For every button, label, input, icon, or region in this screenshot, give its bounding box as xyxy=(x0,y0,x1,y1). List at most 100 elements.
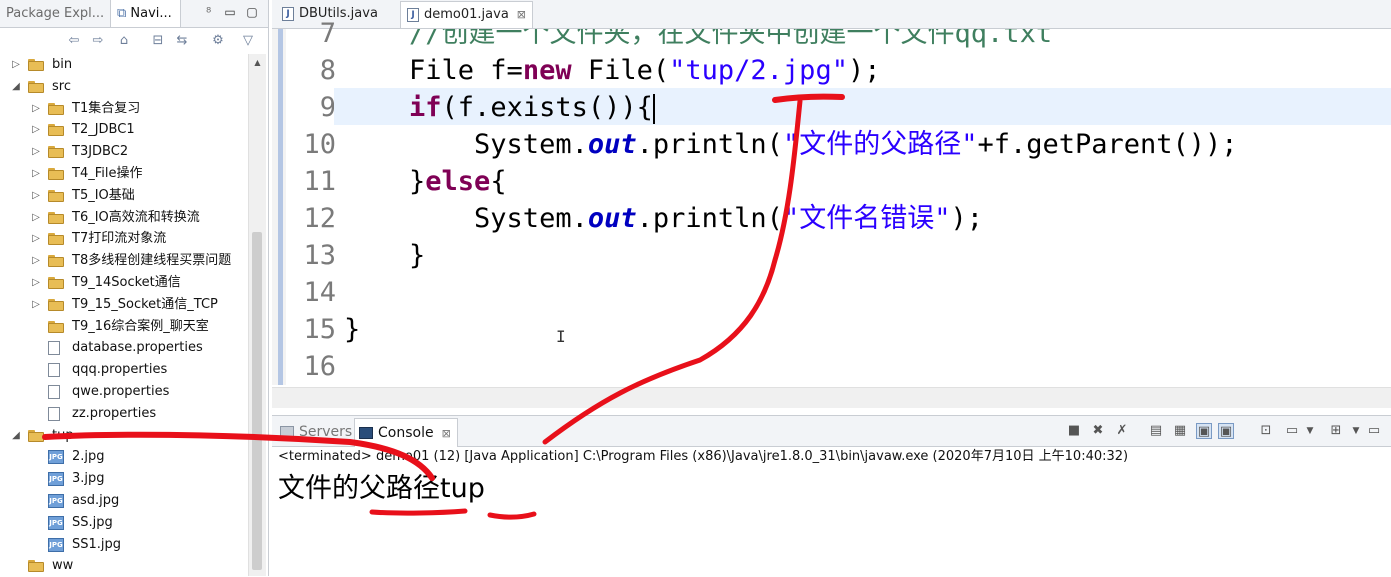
terminate-icon[interactable]: ■ xyxy=(1066,423,1082,439)
expanded-arrow-icon[interactable]: ◢ xyxy=(10,425,22,447)
filter-icon[interactable]: ⚙ xyxy=(210,33,226,49)
code-line[interactable]: }else{ xyxy=(344,163,507,200)
tab-navigator[interactable]: ⧉ Navi... xyxy=(110,0,181,27)
tree-item-label: T9_15_Socket通信_TCP xyxy=(72,296,218,312)
tree-item[interactable]: JPG SS.jpg xyxy=(0,512,248,534)
collapsed-arrow-icon[interactable]: ▷ xyxy=(30,250,42,272)
tab-servers[interactable]: Servers xyxy=(276,418,360,446)
tree-item[interactable]: ▷ T8多线程创建线程买票问题 xyxy=(0,250,248,272)
tree-item[interactable]: ▷ T2_JDBC1 xyxy=(0,119,248,141)
open-console-dropdown-icon[interactable]: ▼ xyxy=(1348,423,1364,439)
scroll-up-icon[interactable]: ▲ xyxy=(249,54,266,71)
clear-console-icon[interactable]: ▤ xyxy=(1148,423,1164,439)
remove-all-terminated-icon[interactable]: ✗ xyxy=(1114,423,1130,439)
console-output[interactable]: 文件的父路径tup xyxy=(278,471,485,507)
collapsed-arrow-icon[interactable]: ▷ xyxy=(30,207,42,229)
tree-item[interactable]: JPG 3.jpg xyxy=(0,468,248,490)
tree-item[interactable]: qqq.properties xyxy=(0,359,248,381)
tree-item[interactable]: ▷ T7打印流对象流 xyxy=(0,228,248,250)
collapsed-arrow-icon[interactable]: ▷ xyxy=(30,185,42,207)
tree-item[interactable]: JPG SS1.jpg xyxy=(0,534,248,556)
tree-item[interactable]: ▷ bin xyxy=(0,54,248,76)
line-number: 14 xyxy=(303,277,336,308)
code-line[interactable]: } xyxy=(344,237,425,274)
collapsed-arrow-icon[interactable]: ▷ xyxy=(30,141,42,163)
collapsed-arrow-icon[interactable]: ▷ xyxy=(30,272,42,294)
tree-item[interactable]: T9_16综合案例_聊天室 xyxy=(0,316,248,338)
line-number: 15 xyxy=(303,314,336,345)
tree-item[interactable]: ▷ T5_IO基础 xyxy=(0,185,248,207)
show-on-stderr-icon[interactable]: ▣ xyxy=(1218,423,1234,439)
collapsed-arrow-icon[interactable]: ▷ xyxy=(10,54,22,76)
tree-item[interactable]: ▷ T6_IO高效流和转换流 xyxy=(0,207,248,229)
tree-item[interactable]: ▷ T9_15_Socket通信_TCP xyxy=(0,294,248,316)
maximize-icon[interactable]: ▢ xyxy=(244,4,260,20)
console-tabbar: Servers Console ⊠ ■ ✖ ✗ ▤ ▦ ▣ ▣ ⊡ ▭ ▼ ⊞ ▼… xyxy=(272,416,1391,447)
collapsed-arrow-icon[interactable]: ▷ xyxy=(30,163,42,185)
collapsed-arrow-icon[interactable]: ▷ xyxy=(30,119,42,141)
code-line[interactable]: System.out.println("文件名错误"); xyxy=(344,200,983,237)
tab-package-explorer[interactable]: Package Expl... xyxy=(6,0,104,27)
close-tab-icon[interactable]: ⊠ xyxy=(517,2,526,28)
code-line[interactable]: System.out.println("文件的父路径"+f.getParent(… xyxy=(344,126,1238,163)
tree-item[interactable]: ww xyxy=(0,555,248,576)
code-line[interactable]: if(f.exists()){ xyxy=(344,89,655,126)
folder-icon xyxy=(48,189,64,202)
show-on-stdout-icon[interactable]: ▣ xyxy=(1196,423,1212,439)
tree-scrollbar[interactable]: ▲ xyxy=(248,54,266,576)
tree-item-label: tup xyxy=(52,427,74,443)
code-line[interactable]: File f=new File("tup/2.jpg"); xyxy=(344,52,880,89)
remove-launch-icon[interactable]: ✖ xyxy=(1090,423,1106,439)
tree-item[interactable]: JPG 2.jpg xyxy=(0,446,248,468)
tree-item[interactable]: JPG asd.jpg xyxy=(0,490,248,512)
left-toolbar: ⇦ ⇨ ⌂ ⊟ ⇆ ⚙ ▽ xyxy=(0,28,268,54)
image-file-icon: JPG xyxy=(48,537,64,552)
tree-item[interactable]: database.properties xyxy=(0,337,248,359)
code-line[interactable]: //创建一个文件夹，在文件夹中创建一个文件qq.txt xyxy=(344,29,1052,52)
project-tree: ▷ bin ◢ src ▷ T1集合复习 ▷ T2_JDBC1 ▷ T3JDBC2 ▷ T4_File… xyxy=(0,54,248,576)
scrollbar-thumb[interactable] xyxy=(252,232,262,570)
link-with-editor-icon[interactable]: ⇆ xyxy=(174,33,190,49)
expanded-arrow-icon[interactable]: ◢ xyxy=(10,76,22,98)
tree-item[interactable]: ▷ T9_14Socket通信 xyxy=(0,272,248,294)
tree-item[interactable]: qwe.properties xyxy=(0,381,248,403)
tree-item[interactable]: ▷ T3JDBC2 xyxy=(0,141,248,163)
terminated-status: <terminated> demo01 (12) [Java Applicati… xyxy=(278,449,1129,464)
display-console-dropdown-icon[interactable]: ▼ xyxy=(1302,423,1318,439)
folder-icon xyxy=(48,102,64,115)
back-arrow-icon[interactable]: ⇦ xyxy=(66,33,82,49)
collapse-all-icon[interactable]: ⊟ xyxy=(150,33,166,49)
tree-item[interactable]: ▷ T1集合复习 xyxy=(0,98,248,120)
home-icon[interactable]: ⌂ xyxy=(116,33,132,49)
tree-item[interactable]: ◢ src xyxy=(0,76,248,98)
file-icon xyxy=(48,406,60,421)
editor-horizontal-scrollbar[interactable] xyxy=(272,387,1391,408)
tab-demo01-java[interactable]: Jdemo01.java ⊠ xyxy=(400,1,533,28)
tree-item-label: asd.jpg xyxy=(72,493,120,508)
line-number: 16 xyxy=(303,351,336,382)
open-console-icon[interactable]: ⊞ xyxy=(1328,423,1344,439)
code-line[interactable]: } xyxy=(344,311,360,348)
folder-icon xyxy=(48,146,64,159)
pin-console-icon[interactable]: ⊡ xyxy=(1258,423,1274,439)
tab-console[interactable]: Console ⊠ xyxy=(354,418,458,447)
tab-overflow[interactable]: ⁸ xyxy=(206,0,211,27)
minimize-icon[interactable]: ▭ xyxy=(222,4,238,20)
tree-item[interactable]: zz.properties xyxy=(0,403,248,425)
console-minimize-icon[interactable]: ▭ xyxy=(1366,423,1382,439)
tab-package-explorer-label: Package Expl... xyxy=(6,6,105,21)
tree-item[interactable]: ◢ tup xyxy=(0,425,248,447)
forward-arrow-icon[interactable]: ⇨ xyxy=(90,33,106,49)
collapsed-arrow-icon[interactable]: ▷ xyxy=(30,294,42,316)
tree-item-label: bin xyxy=(52,57,73,72)
collapsed-arrow-icon[interactable]: ▷ xyxy=(30,228,42,250)
line-number: 8 xyxy=(319,55,336,86)
display-console-icon[interactable]: ▭ xyxy=(1284,423,1300,439)
code-area[interactable]: //创建一个文件夹，在文件夹中创建一个文件qq.txt File f=new F… xyxy=(334,29,1391,385)
scroll-lock-icon[interactable]: ▦ xyxy=(1172,423,1188,439)
tree-item[interactable]: ▷ T4_File操作 xyxy=(0,163,248,185)
tree-item-label: T2_JDBC1 xyxy=(72,122,135,138)
collapsed-arrow-icon[interactable]: ▷ xyxy=(30,98,42,120)
close-console-icon[interactable]: ⊠ xyxy=(442,420,451,448)
view-menu-icon[interactable]: ▽ xyxy=(240,33,256,49)
